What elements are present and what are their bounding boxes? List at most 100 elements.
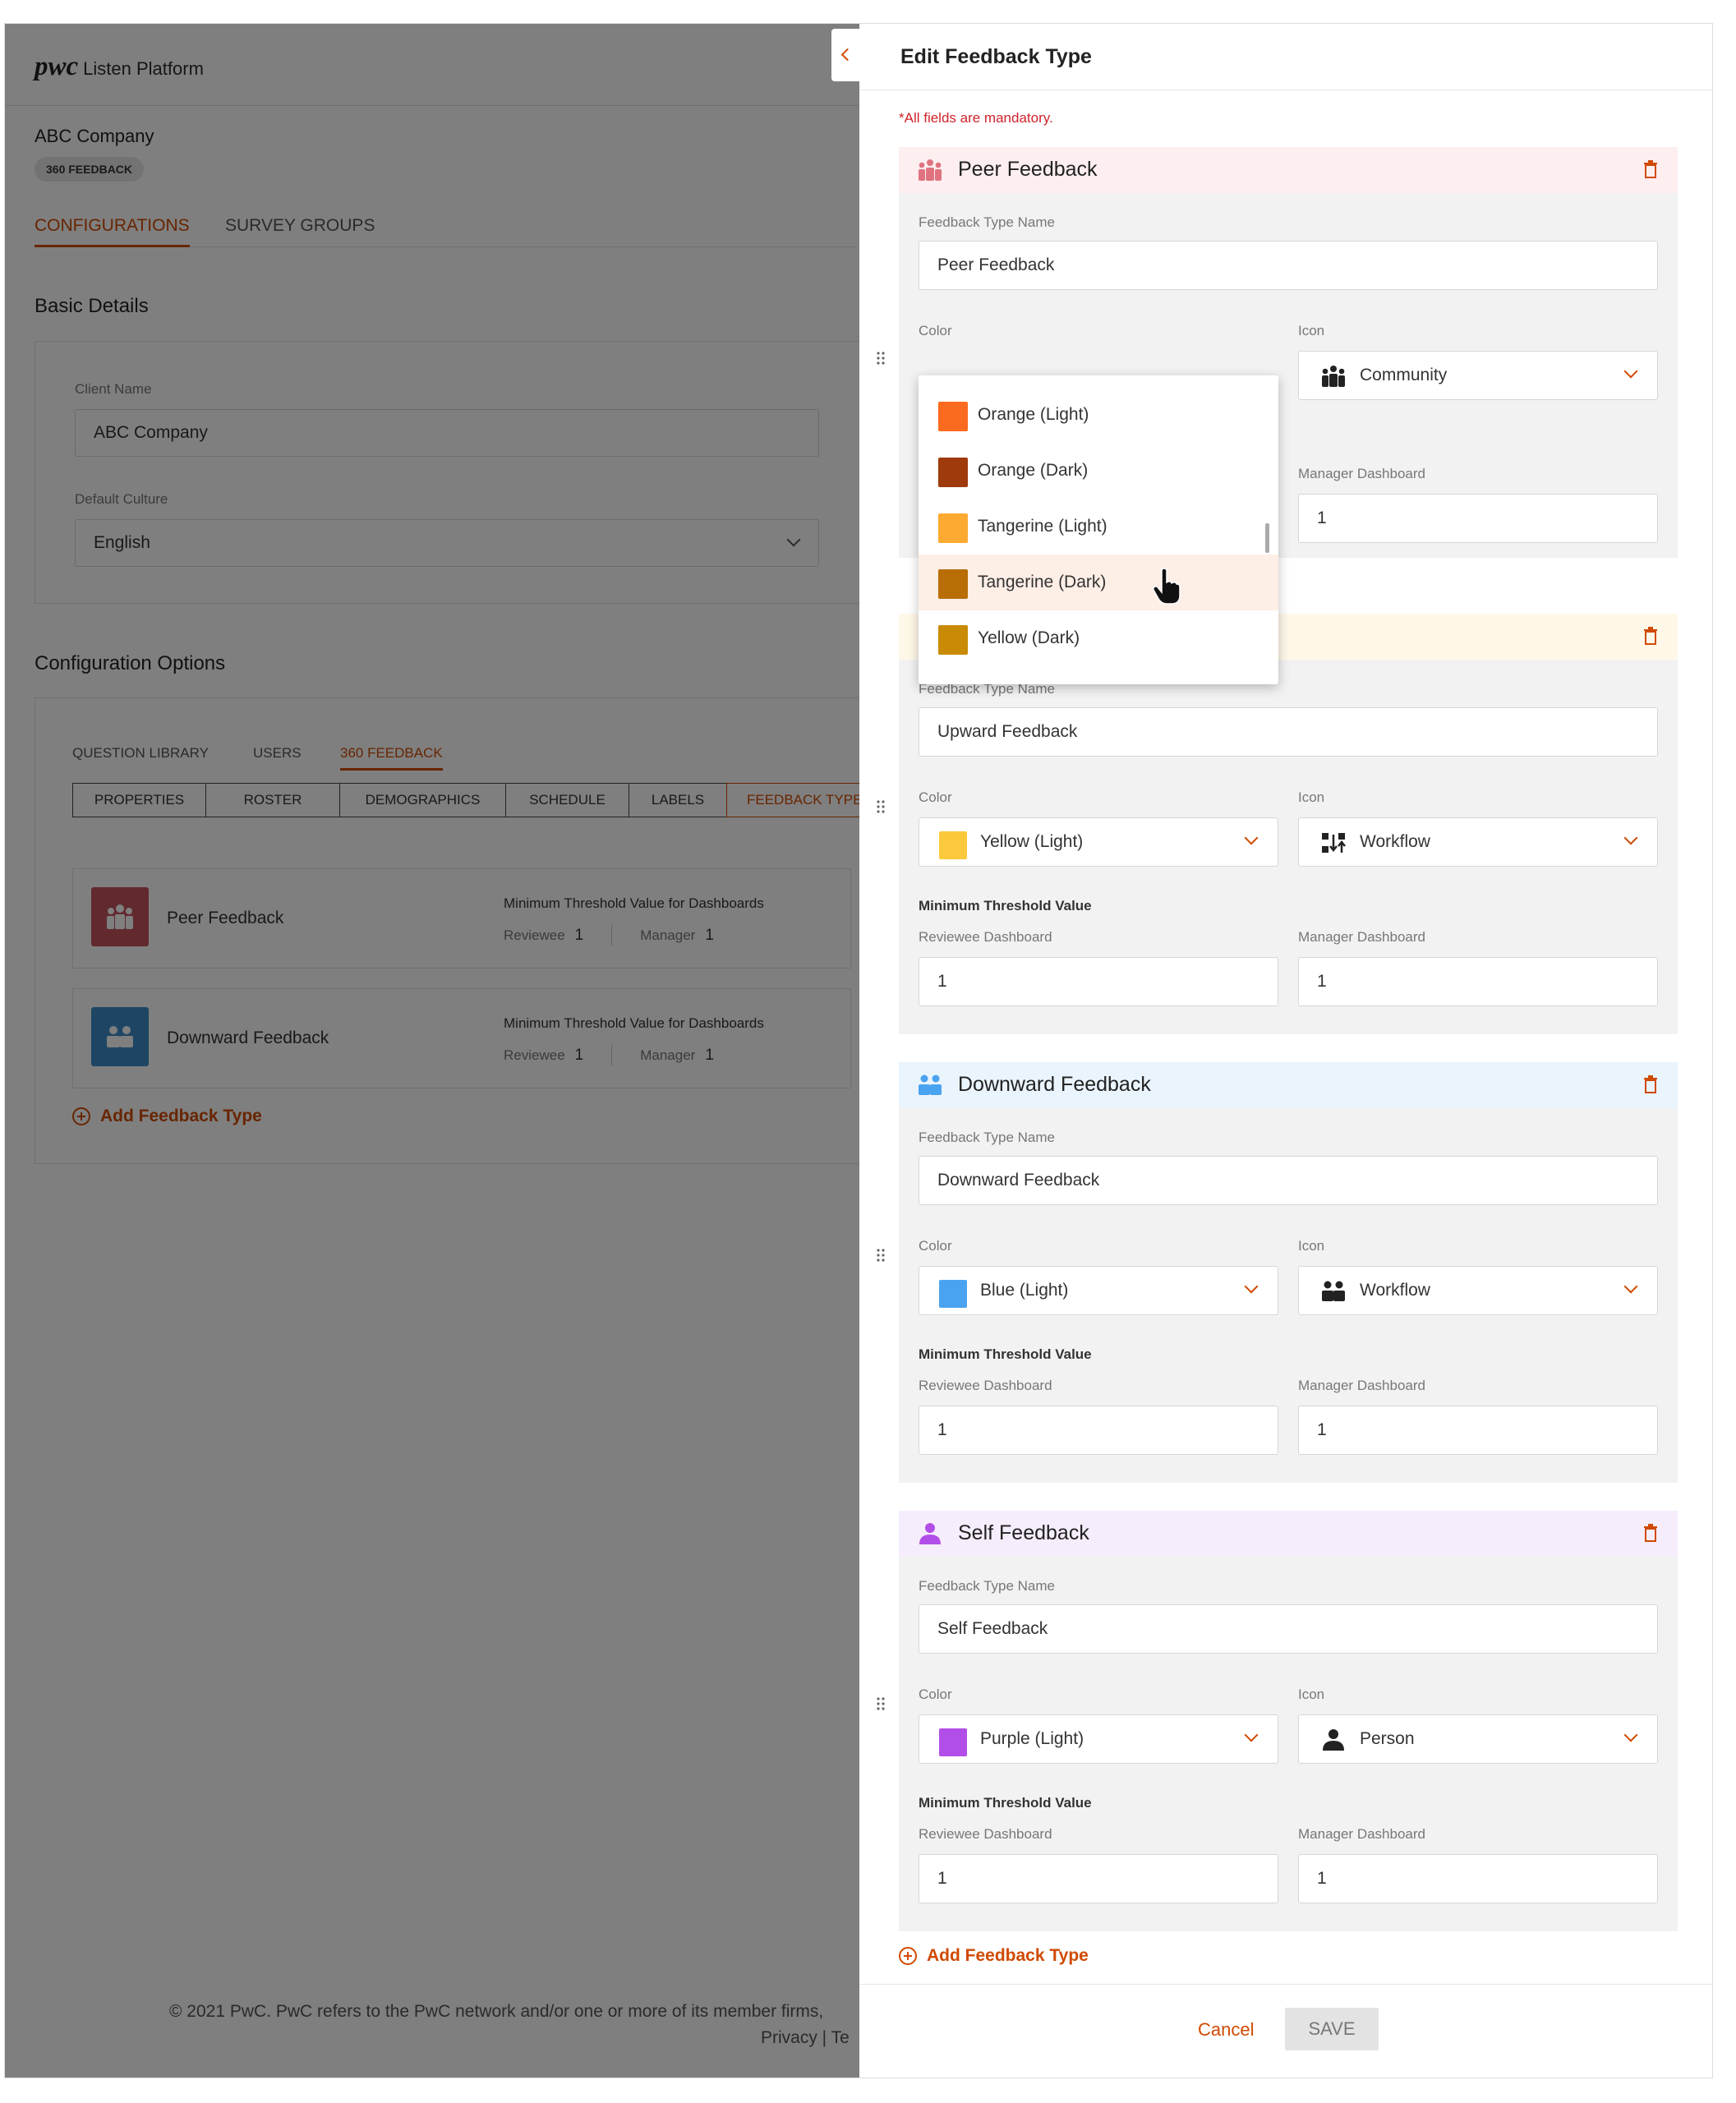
- block-title: Peer Feedback: [958, 158, 1098, 181]
- color-select-value: Blue (Light): [980, 1281, 1069, 1300]
- color-option[interactable]: Tangerine (Light): [919, 499, 1278, 555]
- drag-handle-icon[interactable]: [876, 351, 886, 366]
- reviewee-dashboard-input[interactable]: 1: [919, 1406, 1278, 1455]
- community-icon: [1322, 366, 1345, 387]
- block-title: Self Feedback: [958, 1521, 1089, 1544]
- min-threshold-label: Minimum Threshold Value: [919, 898, 1092, 913]
- color-dropdown-menu: Orange (Light) Orange (Dark) Tangerine (…: [919, 375, 1278, 684]
- manager-dashboard-label: Manager Dashboard: [1298, 1826, 1425, 1842]
- reviewee-dashboard-input[interactable]: 1: [919, 1854, 1278, 1903]
- manager-dashboard-label: Manager Dashboard: [1298, 1378, 1425, 1393]
- reviewee-dashboard-input[interactable]: 1: [919, 957, 1278, 1006]
- dropdown-scrollbar[interactable]: [1265, 523, 1269, 553]
- mandatory-note: *All fields are mandatory.: [899, 110, 1053, 126]
- icon-select[interactable]: Workflow: [1298, 1266, 1658, 1315]
- manager-dashboard-input[interactable]: 1: [1298, 494, 1658, 543]
- reviewee-dashboard-label: Reviewee Dashboard: [919, 929, 1052, 945]
- block-header: Self Feedback: [899, 1511, 1678, 1557]
- color-select-value: Purple (Light): [980, 1729, 1084, 1748]
- icon-select[interactable]: Workflow: [1298, 817, 1658, 867]
- min-threshold-label: Minimum Threshold Value: [919, 1795, 1092, 1811]
- chevron-down-icon: [1244, 831, 1259, 845]
- color-select-value: Yellow (Light): [980, 832, 1084, 851]
- hand-cursor-icon: [1153, 568, 1181, 605]
- color-label: Color: [919, 789, 952, 805]
- icon-label: Icon: [1298, 1238, 1325, 1254]
- modal-overlay[interactable]: [5, 24, 859, 2078]
- color-select[interactable]: Blue (Light): [919, 1266, 1278, 1315]
- color-option-label: Yellow (Dark): [978, 628, 1080, 647]
- feedback-type-name-label: Feedback Type Name: [919, 214, 1055, 230]
- feedback-block-downward: Downward Feedback Feedback Type Name Dow…: [899, 1062, 1678, 1483]
- feedback-type-name-input[interactable]: Self Feedback: [919, 1604, 1658, 1654]
- feedback-type-name-input[interactable]: Upward Feedback: [919, 707, 1658, 757]
- add-circle-icon: [899, 1947, 917, 1965]
- color-swatch: [938, 402, 968, 431]
- manager-dashboard-label: Manager Dashboard: [1298, 466, 1425, 481]
- color-swatch: [938, 458, 968, 487]
- cancel-button[interactable]: Cancel: [1198, 2019, 1254, 2041]
- color-label: Color: [919, 1238, 952, 1254]
- icon-label: Icon: [1298, 323, 1325, 338]
- block-title: Downward Feedback: [958, 1073, 1151, 1096]
- icon-label: Icon: [1298, 789, 1325, 805]
- group-icon: [1322, 1281, 1345, 1301]
- reviewee-dashboard-label: Reviewee Dashboard: [919, 1378, 1052, 1393]
- icon-select-value: Workflow: [1360, 1281, 1430, 1300]
- trash-icon[interactable]: [1643, 1524, 1658, 1542]
- save-button[interactable]: SAVE: [1285, 2008, 1379, 2050]
- icon-select[interactable]: Person: [1298, 1714, 1658, 1764]
- feedback-block-self: Self Feedback Feedback Type Name Self Fe…: [899, 1511, 1678, 1931]
- icon-label: Icon: [1298, 1687, 1325, 1702]
- chevron-left-icon: [840, 48, 854, 62]
- chevron-down-icon: [1623, 364, 1638, 379]
- collapse-panel-button[interactable]: [831, 29, 861, 81]
- manager-dashboard-input[interactable]: 1: [1298, 1854, 1658, 1903]
- person-icon: [1323, 1729, 1344, 1751]
- color-option[interactable]: Yellow (Dark): [919, 610, 1278, 666]
- drag-handle-icon[interactable]: [876, 1248, 886, 1263]
- block-header: Downward Feedback: [899, 1062, 1678, 1108]
- trash-icon[interactable]: [1643, 160, 1658, 178]
- color-swatch: [938, 569, 968, 599]
- color-option-label: Tangerine (Dark): [978, 573, 1107, 591]
- color-label: Color: [919, 1687, 952, 1702]
- feedback-type-name-label: Feedback Type Name: [919, 1130, 1055, 1145]
- manager-dashboard-input[interactable]: 1: [1298, 957, 1658, 1006]
- color-option[interactable]: Tangerine (Dark): [919, 555, 1278, 610]
- drag-handle-icon[interactable]: [876, 1696, 886, 1711]
- trash-icon[interactable]: [1643, 1075, 1658, 1093]
- app-window: pwc Listen Platform ABC Company 360 FEED…: [4, 23, 1713, 2078]
- manager-dashboard-label: Manager Dashboard: [1298, 929, 1425, 945]
- color-swatch: [938, 513, 968, 543]
- icon-select[interactable]: Community: [1298, 351, 1658, 400]
- icon-select-value: Workflow: [1360, 832, 1430, 851]
- workflow-icon: [1322, 833, 1346, 853]
- icon-select-value: Community: [1360, 366, 1448, 384]
- color-option-label: Orange (Dark): [978, 461, 1089, 480]
- edit-feedback-panel: Edit Feedback Type *All fields are manda…: [859, 24, 1712, 2078]
- manager-dashboard-input[interactable]: 1: [1298, 1406, 1658, 1455]
- block-body: Feedback Type Name Self Feedback Color I…: [899, 1557, 1678, 1931]
- chevron-down-icon: [1623, 831, 1638, 845]
- color-swatch: [939, 1280, 967, 1308]
- group-icon: [919, 1075, 942, 1095]
- chevron-down-icon: [1244, 1728, 1259, 1742]
- color-option[interactable]: Orange (Dark): [919, 443, 1278, 499]
- trash-icon[interactable]: [1643, 627, 1658, 645]
- person-icon: [919, 1523, 941, 1544]
- chevron-down-icon: [1244, 1279, 1259, 1294]
- block-body: Feedback Type Name Upward Feedback Color…: [899, 660, 1678, 1034]
- color-swatch: [938, 625, 968, 655]
- color-option[interactable]: Orange (Light): [919, 387, 1278, 443]
- drag-handle-icon[interactable]: [876, 799, 886, 814]
- chevron-down-icon: [1623, 1728, 1638, 1742]
- reviewee-dashboard-label: Reviewee Dashboard: [919, 1826, 1052, 1842]
- feedback-type-name-input[interactable]: Peer Feedback: [919, 241, 1658, 290]
- add-feedback-type-button[interactable]: Add Feedback Type: [899, 1946, 1089, 1966]
- feedback-type-name-input[interactable]: Downward Feedback: [919, 1156, 1658, 1205]
- color-select[interactable]: Purple (Light): [919, 1714, 1278, 1764]
- background-page: pwc Listen Platform ABC Company 360 FEED…: [5, 24, 891, 2078]
- block-header: Peer Feedback: [899, 147, 1678, 193]
- color-select[interactable]: Yellow (Light): [919, 817, 1278, 867]
